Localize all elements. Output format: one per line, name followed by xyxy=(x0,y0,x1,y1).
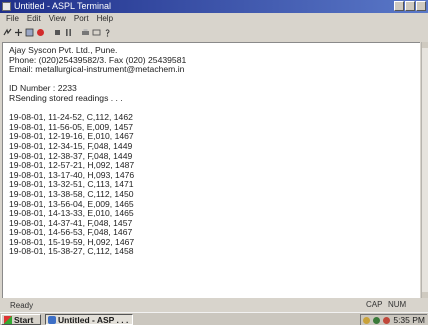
connect-icon[interactable] xyxy=(3,28,12,37)
scroll-up-icon[interactable] xyxy=(422,42,428,48)
terminal-app-icon xyxy=(48,315,56,324)
menu-file[interactable]: File xyxy=(2,13,23,24)
terminal-window: Untitled - ASPL Terminal File Edit View … xyxy=(0,0,428,312)
capture-icon[interactable] xyxy=(25,28,34,37)
record-icon[interactable] xyxy=(36,28,45,37)
tray-volume-icon[interactable] xyxy=(373,316,380,324)
start-button[interactable]: Start xyxy=(1,314,41,325)
tray-network-icon[interactable] xyxy=(363,316,370,324)
vertical-scrollbar[interactable] xyxy=(421,42,428,298)
window-title: Untitled - ASPL Terminal xyxy=(14,1,112,11)
status-bar: Ready CAP NUM xyxy=(0,298,428,312)
disconnect-icon[interactable] xyxy=(14,28,23,37)
help-icon[interactable] xyxy=(103,28,112,37)
toolbar-separator xyxy=(47,28,51,38)
num-indicator: NUM xyxy=(388,300,407,309)
system-tray: 5:35 PM xyxy=(360,314,427,325)
window-controls xyxy=(394,1,426,11)
status-ready: Ready xyxy=(10,301,34,310)
stop-icon[interactable] xyxy=(53,28,62,37)
toolbar-separator xyxy=(75,28,79,38)
app-icon xyxy=(2,2,11,11)
taskbar-app-button[interactable]: Untitled - ASP . . . xyxy=(45,314,133,325)
menu-view[interactable]: View xyxy=(45,13,70,24)
menu-edit[interactable]: Edit xyxy=(23,13,45,24)
terminal-output[interactable]: Ajay Syscon Pvt. Ltd., Pune. Phone: (020… xyxy=(2,42,420,298)
menu-help[interactable]: Help xyxy=(93,13,117,24)
transfer-status: RSending stored readings . . . xyxy=(9,92,123,103)
menu-port[interactable]: Port xyxy=(70,13,93,24)
pause-icon[interactable] xyxy=(64,28,73,37)
caps-indicator: CAP xyxy=(366,300,383,309)
windows-logo-icon xyxy=(4,315,12,324)
minimize-button[interactable] xyxy=(394,1,404,11)
clock[interactable]: 5:35 PM xyxy=(393,314,427,325)
tray-alert-icon[interactable] xyxy=(383,316,390,324)
start-label: Start xyxy=(14,314,34,325)
menu-bar: File Edit View Port Help xyxy=(0,13,428,24)
print-icon[interactable] xyxy=(81,28,90,37)
taskbar: Start Untitled - ASP . . . 5:35 PM xyxy=(0,312,428,325)
settings-icon[interactable] xyxy=(92,28,101,37)
reading-row: 19-08-01, 15-38-27, C,112, 1458 xyxy=(9,246,134,257)
toolbar xyxy=(0,24,428,41)
taskbar-app-label: Untitled - ASP . . . xyxy=(58,314,129,325)
company-email: Email: metallurgical-instrument@metachem… xyxy=(9,64,185,75)
close-button[interactable] xyxy=(416,1,426,11)
title-bar[interactable]: Untitled - ASPL Terminal xyxy=(0,0,428,13)
maximize-button[interactable] xyxy=(405,1,415,11)
